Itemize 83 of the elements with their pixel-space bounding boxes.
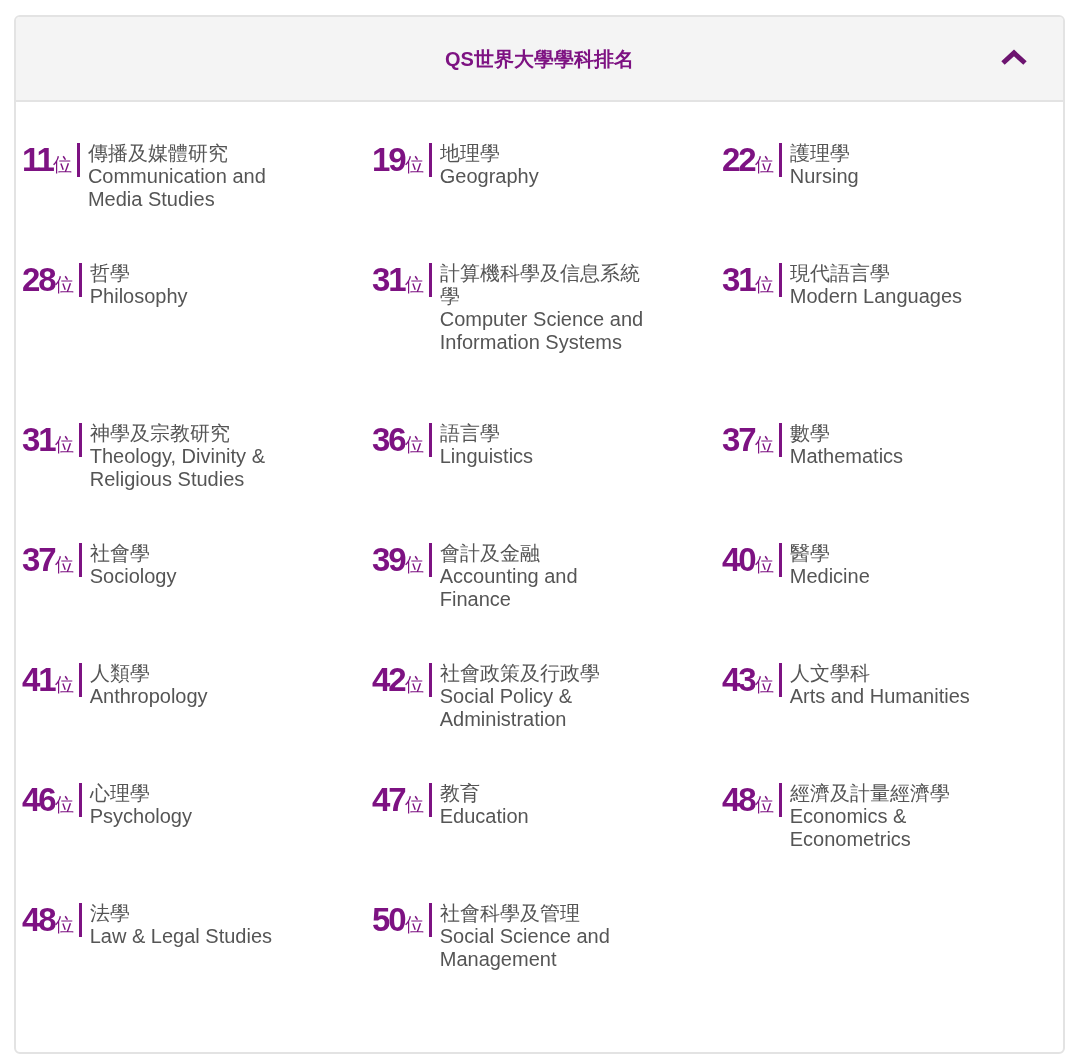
subject-name-chinese: 心理學: [89, 782, 151, 805]
subject-name-english: Philosophy: [89, 285, 189, 308]
subject-name-english: Geography: [439, 165, 540, 188]
rank-number: 50: [372, 902, 405, 938]
rank-number: 28: [22, 262, 55, 298]
chevron-up-icon: [1001, 49, 1027, 65]
rank-unit: 位: [404, 555, 424, 575]
rank-unit: 位: [404, 435, 424, 455]
subject-name-chinese: 法學: [89, 902, 131, 925]
rank-unit: 位: [54, 795, 74, 815]
rank-unit: 位: [404, 795, 424, 815]
rank-number: 19: [372, 142, 405, 178]
subject-name-english: Economics & Econometrics: [789, 805, 912, 851]
rank-number: 47: [372, 782, 405, 818]
subject-name-english: Computer Science and Information Systems: [439, 308, 645, 354]
rank-unit: 位: [754, 675, 774, 695]
rank-number: 37: [22, 542, 55, 578]
subject-name-english: Anthropology: [89, 685, 209, 708]
rank-unit: 位: [54, 675, 74, 695]
rank-number: 11: [22, 142, 53, 178]
rank-number: 36: [372, 422, 405, 458]
subject-name-chinese: 語言學: [439, 422, 501, 445]
subject-name-chinese: 數學: [789, 422, 831, 445]
rank-unit: 位: [404, 915, 424, 935]
subject-name-english: Social Policy & Administration: [439, 685, 573, 731]
subject-name-english: Psychology: [89, 805, 193, 828]
rank-number: 39: [372, 542, 405, 578]
subject-name-chinese: 社會學: [89, 542, 151, 565]
subject-name-chinese: 哲學: [89, 262, 131, 285]
subject-name-chinese: 現代語言學: [789, 262, 891, 285]
subject-name-english: Sociology: [89, 565, 178, 588]
subject-name-english: Communication and Media Studies: [87, 165, 267, 211]
subject-name-chinese: 經濟及計量經濟學: [789, 782, 951, 805]
rank-number: 37: [722, 422, 755, 458]
rank-unit: 位: [54, 555, 74, 575]
subject-name-chinese: 社會政策及行政學: [439, 662, 601, 685]
rank-number: 31: [722, 262, 755, 298]
subject-name-english: Modern Languages: [789, 285, 964, 308]
subject-name-chinese: 社會科學及管理: [439, 902, 581, 925]
rank-number: 48: [22, 902, 55, 938]
rank-number: 42: [372, 662, 405, 698]
subject-name-english: Medicine: [789, 565, 871, 588]
subject-name-english: Nursing: [789, 165, 860, 188]
subject-name-english: Education: [439, 805, 530, 828]
subject-name-english: Theology, Divinity & Religious Studies: [89, 445, 266, 491]
rank-unit: 位: [404, 155, 424, 175]
subject-name-chinese: 地理學: [439, 142, 501, 165]
rank-unit: 位: [54, 915, 74, 935]
rank-unit: 位: [754, 795, 774, 815]
rank-number: 46: [22, 782, 55, 818]
rank-unit: 位: [404, 275, 424, 295]
collapse-toggle[interactable]: [1001, 49, 1027, 65]
rank-unit: 位: [754, 435, 774, 455]
subject-name-english: Law & Legal Studies: [89, 925, 274, 948]
rank-unit: 位: [54, 275, 74, 295]
subject-name-english: Linguistics: [439, 445, 535, 468]
panel-title: QS世界大學學科排名: [445, 46, 634, 72]
rank-unit: 位: [54, 435, 74, 455]
rank-number: 40: [722, 542, 755, 578]
rank-unit: 位: [754, 275, 774, 295]
rank-unit: 位: [404, 675, 424, 695]
rank-number: 31: [22, 422, 55, 458]
subject-name-chinese: 神學及宗教研究: [89, 422, 231, 445]
subject-name-chinese: 會計及金融: [439, 542, 541, 565]
subject-name-chinese: 人文學科: [789, 662, 871, 685]
rank-number: 48: [722, 782, 755, 818]
subject-name-english: Social Science and Management: [439, 925, 611, 971]
rank-unit: 位: [754, 155, 774, 175]
rank-unit: 位: [754, 555, 774, 575]
rank-number: 22: [722, 142, 755, 178]
subject-name-english: Arts and Humanities: [789, 685, 971, 708]
subject-name-english: Mathematics: [789, 445, 905, 468]
rank-number: 41: [22, 662, 55, 698]
subject-name-chinese: 計算機科學及信息系統學: [439, 262, 641, 308]
subject-name-chinese: 人類學: [89, 662, 151, 685]
rank-unit: 位: [52, 155, 72, 175]
subject-name-chinese: 護理學: [789, 142, 851, 165]
rank-number: 31: [372, 262, 405, 298]
subject-name-english: Accounting and Finance: [439, 565, 579, 611]
subject-name-chinese: 傳播及媒體研究: [87, 142, 229, 165]
subject-name-chinese: 醫學: [789, 542, 831, 565]
rank-number: 43: [722, 662, 755, 698]
subject-name-chinese: 教育: [439, 782, 481, 805]
